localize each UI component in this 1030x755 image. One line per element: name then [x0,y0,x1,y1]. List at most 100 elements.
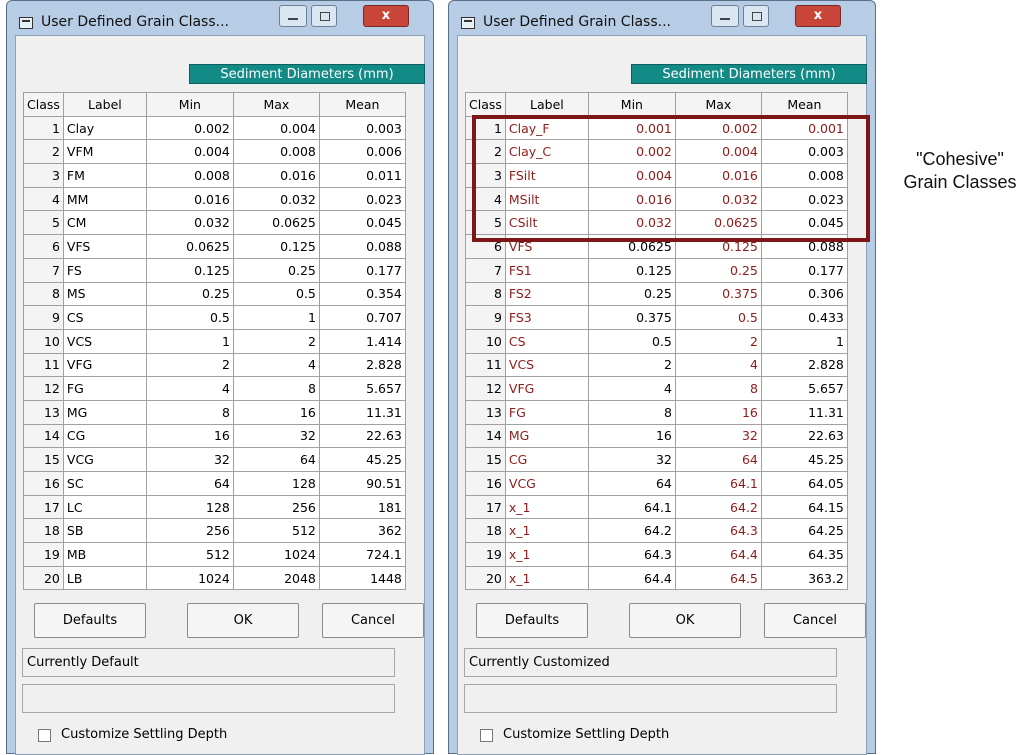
close-button[interactable]: x [795,5,841,27]
min-cell[interactable]: 64.4 [587,565,676,591]
label-cell[interactable]: VFS [62,234,147,259]
mean-cell[interactable]: 64.05 [760,471,848,496]
mean-cell[interactable]: 0.306 [760,281,848,307]
min-cell[interactable]: 64.3 [587,542,676,567]
min-cell[interactable]: 4 [587,376,676,401]
min-cell[interactable]: 1 [145,328,234,354]
min-cell[interactable]: 64.1 [587,494,676,520]
min-cell[interactable]: 32 [145,447,234,472]
mean-cell[interactable]: 11.31 [760,399,848,425]
max-cell[interactable]: 8 [674,376,762,401]
customize-settling-depth-checkbox[interactable] [38,729,51,742]
max-cell[interactable]: 32 [674,423,762,449]
min-cell[interactable]: 0.25 [145,281,234,307]
mean-cell[interactable]: 90.51 [318,471,406,496]
minimize-button[interactable] [711,5,739,27]
min-cell[interactable]: 0.032 [145,210,234,236]
min-cell[interactable]: 0.5 [587,328,676,354]
min-cell[interactable]: 64 [587,471,676,496]
mean-cell[interactable]: 5.657 [318,376,406,401]
mean-cell[interactable]: 181 [318,494,406,520]
max-cell[interactable]: 4 [674,352,762,378]
label-cell[interactable]: VCS [504,352,589,378]
maximize-button[interactable] [311,5,337,27]
min-cell[interactable]: 8 [145,399,234,425]
min-cell[interactable]: 1024 [145,565,234,591]
mean-cell[interactable]: 5.657 [760,376,848,401]
cancel-button[interactable]: Cancel [322,603,424,638]
min-cell[interactable]: 16 [587,423,676,449]
mean-cell[interactable]: 22.63 [318,423,406,449]
max-cell[interactable]: 0.0625 [232,210,320,236]
mean-cell[interactable]: 362 [318,518,406,544]
label-cell[interactable]: FS [62,257,147,283]
max-cell[interactable]: 8 [232,376,320,401]
max-cell[interactable]: 64.3 [674,518,762,544]
mean-cell[interactable]: 0.006 [318,139,406,165]
min-cell[interactable]: 2 [587,352,676,378]
max-cell[interactable]: 128 [232,471,320,496]
max-cell[interactable]: 32 [232,423,320,449]
label-cell[interactable]: MB [62,542,147,567]
min-cell[interactable]: 32 [587,447,676,472]
min-cell[interactable]: 0.0625 [145,234,234,259]
mean-cell[interactable]: 0.177 [760,257,848,283]
mean-cell[interactable]: 2.828 [760,352,848,378]
ok-button[interactable]: OK [629,603,741,638]
label-cell[interactable]: FS2 [504,281,589,307]
label-cell[interactable]: VCG [504,471,589,496]
mean-cell[interactable]: 45.25 [318,447,406,472]
label-cell[interactable]: x_1 [504,542,589,567]
min-cell[interactable]: 256 [145,518,234,544]
mean-cell[interactable]: 64.15 [760,494,848,520]
label-cell[interactable]: FS1 [504,257,589,283]
min-cell[interactable]: 64 [145,471,234,496]
label-cell[interactable]: x_1 [504,494,589,520]
max-cell[interactable]: 2 [674,328,762,354]
mean-cell[interactable]: 1448 [318,565,406,591]
label-cell[interactable]: SB [62,518,147,544]
max-cell[interactable]: 256 [232,494,320,520]
label-cell[interactable]: MG [504,423,589,449]
label-cell[interactable]: CM [62,210,147,236]
min-cell[interactable]: 8 [587,399,676,425]
defaults-button[interactable]: Defaults [34,603,146,638]
mean-cell[interactable]: 0.433 [760,305,848,330]
mean-cell[interactable]: 0.088 [318,234,406,259]
mean-cell[interactable]: 0.003 [318,115,406,141]
max-cell[interactable]: 64.2 [674,494,762,520]
max-cell[interactable]: 0.032 [232,186,320,212]
max-cell[interactable]: 0.016 [232,163,320,188]
min-cell[interactable]: 64.2 [587,518,676,544]
label-cell[interactable]: FG [504,399,589,425]
min-cell[interactable]: 0.004 [145,139,234,165]
label-cell[interactable]: CG [62,423,147,449]
label-cell[interactable]: FS3 [504,305,589,330]
min-cell[interactable]: 0.125 [145,257,234,283]
label-cell[interactable]: VFG [504,376,589,401]
label-cell[interactable]: CS [62,305,147,330]
min-cell[interactable]: 0.375 [587,305,676,330]
label-cell[interactable]: VCS [62,328,147,354]
label-cell[interactable]: FG [62,376,147,401]
max-cell[interactable]: 0.25 [674,257,762,283]
max-cell[interactable]: 64 [674,447,762,472]
mean-cell[interactable]: 0.177 [318,257,406,283]
close-button[interactable]: x [363,5,409,27]
defaults-button[interactable]: Defaults [476,603,588,638]
mean-cell[interactable]: 45.25 [760,447,848,472]
cancel-button[interactable]: Cancel [764,603,866,638]
max-cell[interactable]: 0.125 [232,234,320,259]
min-cell[interactable]: 0.25 [587,281,676,307]
mean-cell[interactable]: 0.045 [318,210,406,236]
mean-cell[interactable]: 22.63 [760,423,848,449]
customize-settling-depth-checkbox[interactable] [480,729,493,742]
label-cell[interactable]: MM [62,186,147,212]
mean-cell[interactable]: 11.31 [318,399,406,425]
mean-cell[interactable]: 64.25 [760,518,848,544]
minimize-button[interactable] [279,5,307,27]
mean-cell[interactable]: 363.2 [760,565,848,591]
max-cell[interactable]: 0.5 [674,305,762,330]
mean-cell[interactable]: 1.414 [318,328,406,354]
label-cell[interactable]: MS [62,281,147,307]
